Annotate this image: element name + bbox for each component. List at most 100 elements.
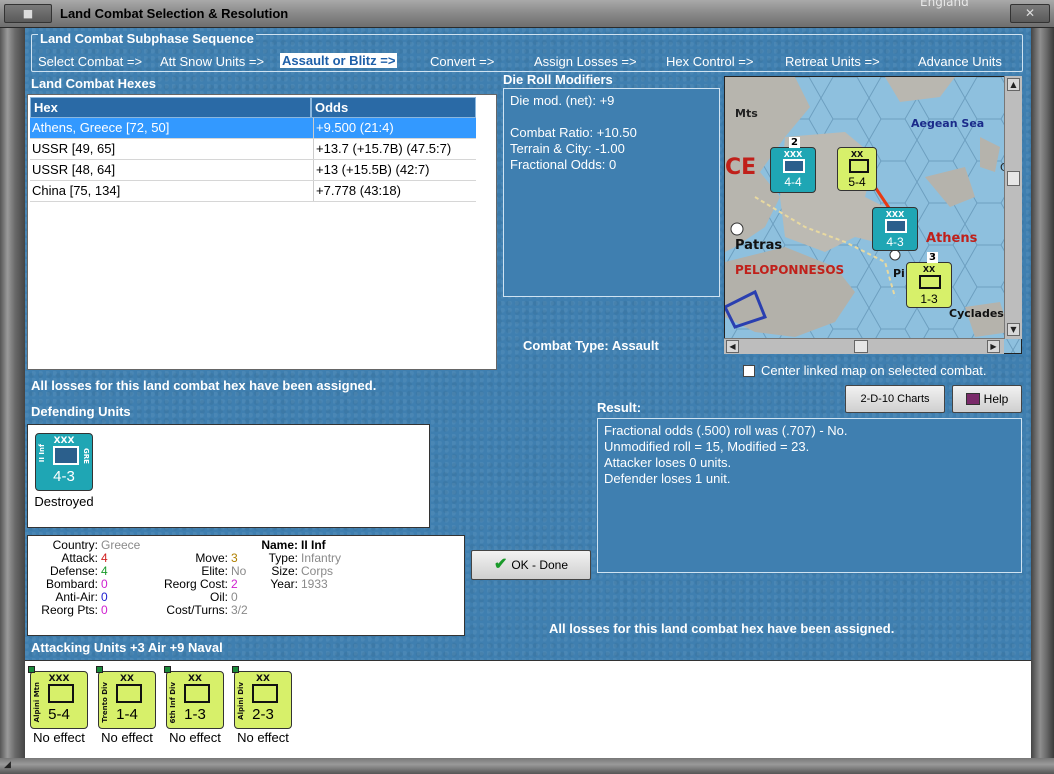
col-header-odds[interactable]: Odds: [311, 97, 476, 118]
hex-cell: China [75, 134]: [32, 183, 121, 198]
attacker-unit-counter[interactable]: XX Alpini Div 2-3: [232, 666, 292, 729]
counter-factors: 5-4: [848, 175, 866, 189]
city-marker: [730, 222, 744, 236]
step-convert[interactable]: Convert =>: [430, 54, 494, 69]
info-costturns-label: Cost/Turns:: [166, 603, 228, 617]
result-title: Result:: [597, 400, 642, 415]
unit-status-caption: No effect: [169, 730, 221, 745]
losses-assigned-message: All losses for this land combat hex have…: [31, 378, 377, 393]
scroll-left-icon[interactable]: ◀: [726, 340, 739, 353]
attacker-unit-counter[interactable]: XX 6th Inf Div 1-3: [164, 666, 224, 729]
map-unit-counter[interactable]: XXX 4-4 2: [770, 137, 816, 193]
step-assault-or-blitz[interactable]: Assault or Blitz =>: [280, 53, 398, 68]
attacker-unit-counter[interactable]: XXX Alpini Mtn 5-4: [28, 666, 88, 729]
map-horizontal-scrollbar[interactable]: ◀ ▶: [724, 338, 1004, 354]
hex-cell: USSR [49, 65]: [32, 141, 116, 156]
info-antiair-label: Anti-Air:: [55, 590, 98, 604]
resize-grip-icon[interactable]: ◢: [4, 760, 44, 772]
background-window-label: England: [920, 0, 969, 9]
info-bombard-label: Bombard:: [45, 577, 98, 591]
attacker-unit-counter[interactable]: XX Trento Div 1-4: [96, 666, 156, 729]
drm-fractional-odds: Fractional Odds: 0: [510, 157, 617, 172]
info-country-value: Greece: [101, 538, 141, 552]
mountain-infantry-symbol-icon: [48, 684, 74, 703]
window-titlebar[interactable]: ■ Land Combat Selection & Resolution Eng…: [0, 0, 1054, 28]
ok-done-label: OK - Done: [511, 558, 569, 572]
table-row[interactable]: China [75, 134] +7.778 (43:18): [30, 181, 476, 202]
table-row[interactable]: USSR [48, 64] +13 (+15.5B) (42:7): [30, 160, 476, 181]
info-defense-value: 4: [101, 564, 108, 578]
step-advance-units[interactable]: Advance Units: [918, 54, 1002, 69]
map-label-patras: Patras: [735, 238, 783, 253]
odds-cell: +9.500 (21:4): [313, 118, 476, 138]
step-hex-control[interactable]: Hex Control =>: [666, 54, 753, 69]
table-row[interactable]: Athens, Greece [72, 50] +9.500 (21:4): [30, 118, 476, 139]
hexes-table: Hex Odds Athens, Greece [72, 50] +9.500 …: [27, 94, 497, 370]
status-flag-icon: [232, 666, 239, 673]
result-line: Attacker loses 0 units.: [604, 455, 732, 470]
system-menu-button[interactable]: ■: [4, 4, 52, 23]
info-costturns-value: 3/2: [231, 603, 248, 617]
infantry-symbol-icon: [783, 159, 805, 173]
info-size-value: Corps: [301, 564, 334, 578]
hexes-title: Land Combat Hexes: [31, 76, 156, 91]
defending-units-panel: XXX II Inf GRE 4-3 Destroyed: [27, 424, 430, 528]
scroll-thumb[interactable]: [854, 340, 868, 353]
map-label-mts: Mts: [735, 107, 758, 120]
unit-info-panel: Country: Greece Attack: 4 Defense: 4 Bom…: [27, 535, 465, 636]
scroll-thumb[interactable]: [1007, 171, 1020, 186]
info-elite-label: Elite:: [201, 564, 228, 578]
map-vertical-scrollbar[interactable]: ▲ ▼: [1004, 76, 1022, 339]
scroll-right-icon[interactable]: ▶: [987, 340, 1000, 353]
status-flag-icon: [96, 666, 103, 673]
map-label-pi: Pi: [893, 267, 905, 280]
subphase-sequence: Land Combat Subphase Sequence Select Com…: [31, 31, 1023, 72]
close-button[interactable]: ✕: [1010, 4, 1050, 23]
checkbox-label: Center linked map on selected combat.: [761, 363, 987, 378]
info-name-label: Name:: [261, 538, 298, 552]
stack-count-badge: 3: [927, 252, 938, 263]
counter-factors: 1-4: [116, 706, 138, 723]
table-row[interactable]: USSR [49, 65] +13.7 (+15.7B) (47.5:7): [30, 139, 476, 160]
losses-assigned-message-2: All losses for this land combat hex have…: [549, 621, 895, 636]
counter-size: XX: [850, 150, 864, 159]
infantry-symbol-icon: [919, 275, 941, 289]
step-select-combat[interactable]: Select Combat =>: [38, 54, 142, 69]
map-unit-counter-defender[interactable]: XXX 4-3: [872, 207, 918, 251]
info-attack-value: 4: [101, 551, 108, 565]
counter-factors: 5-4: [48, 706, 70, 723]
scroll-up-icon[interactable]: ▲: [1007, 78, 1020, 91]
mountain-infantry-symbol-icon: [849, 159, 869, 173]
combat-type: Combat Type: Assault: [523, 338, 659, 353]
odds-cell: +13 (+15.5B) (42:7): [313, 160, 476, 180]
scroll-down-icon[interactable]: ▼: [1007, 323, 1020, 336]
defender-unit-counter[interactable]: XXX II Inf GRE 4-3: [35, 433, 93, 491]
odds-cell: +13.7 (+15.7B) (47.5:7): [313, 139, 476, 159]
mountain-infantry-symbol-icon: [252, 684, 278, 703]
map-unit-counter[interactable]: XX 1-3 3: [906, 252, 952, 308]
counter-factors: 1-3: [920, 292, 938, 306]
ok-done-button[interactable]: ✔ OK - Done: [471, 550, 591, 580]
step-att-snow-units[interactable]: Att Snow Units =>: [160, 54, 264, 69]
info-name-value: II Inf: [301, 538, 326, 552]
step-retreat-units[interactable]: Retreat Units =>: [785, 54, 880, 69]
infantry-symbol-icon: [53, 446, 79, 465]
result-line: Fractional odds (.500) roll was (.707) -…: [604, 423, 848, 438]
map-label-cyclades: Cyclades: [949, 307, 1004, 320]
info-year-label: Year:: [270, 577, 298, 591]
help-book-icon: [965, 393, 980, 405]
col-header-hex[interactable]: Hex: [30, 97, 311, 118]
charts-button[interactable]: 2-D-10 Charts: [845, 385, 945, 413]
help-button[interactable]: Help: [952, 385, 1022, 413]
step-assign-losses[interactable]: Assign Losses =>: [534, 54, 637, 69]
map-unit-counter[interactable]: XX 5-4: [837, 147, 877, 191]
info-type-label: Type:: [268, 551, 298, 565]
info-move-label: Move:: [195, 551, 228, 565]
result-panel: Fractional odds (.500) roll was (.707) -…: [597, 418, 1022, 573]
defending-title: Defending Units: [31, 404, 131, 419]
center-linked-map-checkbox[interactable]: Center linked map on selected combat.: [743, 363, 986, 378]
infantry-symbol-icon: [116, 684, 142, 703]
checkbox-icon[interactable]: [743, 365, 755, 377]
linked-map[interactable]: Mts Aegean Sea CE C Patras PELOPONNESOS …: [724, 76, 1022, 354]
counter-size: XXX: [885, 210, 905, 219]
